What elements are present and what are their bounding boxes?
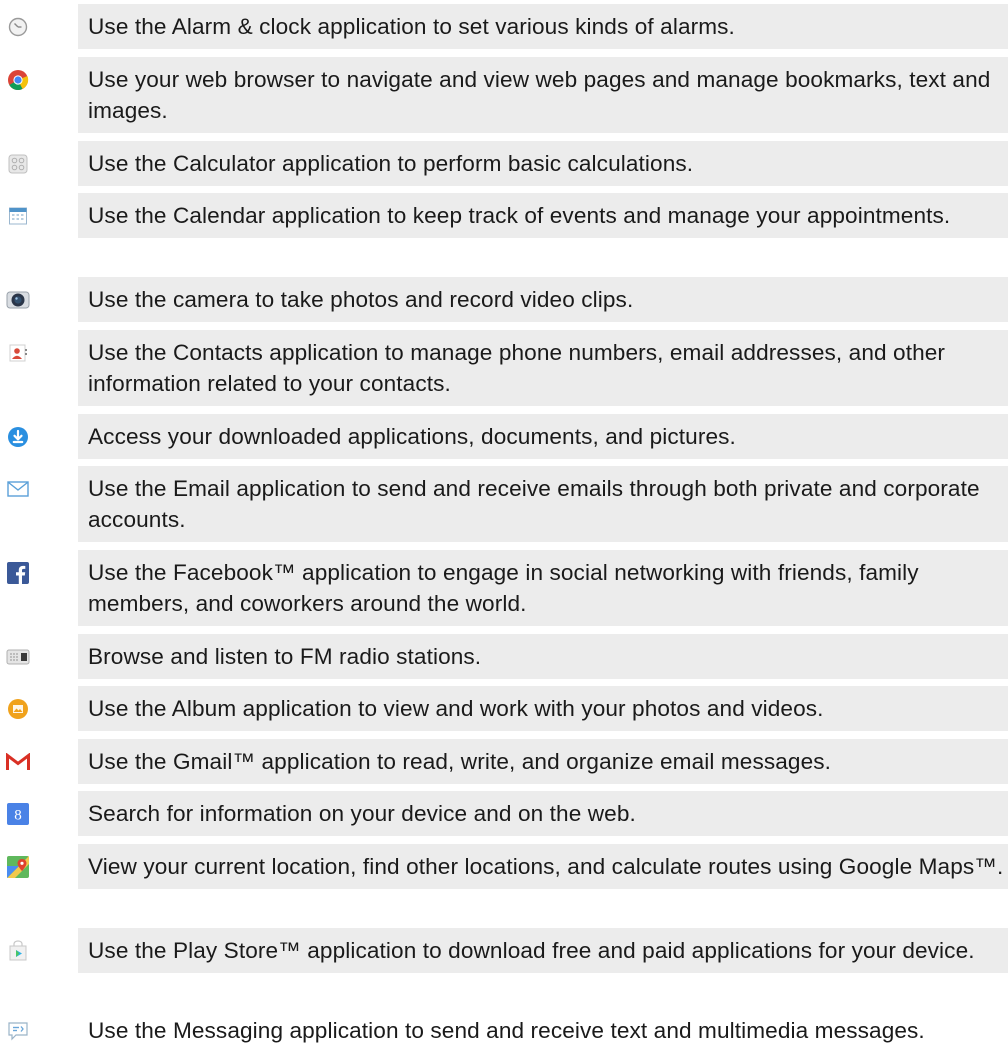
downloads-icon xyxy=(6,425,30,449)
list-item-text: Use the Gmail™ application to read, writ… xyxy=(78,739,1008,784)
list-item: Access your downloaded applications, doc… xyxy=(0,414,1008,459)
play-store-icon xyxy=(6,939,30,963)
list-item: Use the Email application to send and re… xyxy=(0,466,1008,542)
list-item-text: Browse and listen to FM radio stations. xyxy=(78,634,1008,679)
contacts-icon xyxy=(6,341,30,365)
list-item-text: Use the Facebook™ application to engage … xyxy=(78,550,1008,626)
list-item: Use the Album application to view and wo… xyxy=(0,686,1008,731)
list-item-text: Use the Calculator application to perfor… xyxy=(78,141,1008,186)
google-maps-icon xyxy=(6,855,30,879)
list-item-text: Use the Album application to view and wo… xyxy=(78,686,1008,731)
list-item: Use the Contacts application to manage p… xyxy=(0,330,1008,406)
list-item-text: Search for information on your device an… xyxy=(78,791,1008,836)
list-item: 8 Search for information on your device … xyxy=(0,791,1008,836)
camera-icon xyxy=(6,288,30,312)
list-item-text: View your current location, find other l… xyxy=(78,844,1008,889)
list-item-text: Use the Messaging application to send an… xyxy=(88,1018,925,1043)
calculator-icon xyxy=(6,152,30,176)
fm-radio-icon xyxy=(6,645,30,669)
list-item-text: Use the Play Store™ application to downl… xyxy=(78,928,1008,973)
album-icon xyxy=(6,697,30,721)
email-icon xyxy=(6,477,30,501)
svg-text:8: 8 xyxy=(14,808,22,824)
calendar-icon xyxy=(6,204,30,228)
list-item-text: Use the camera to take photos and record… xyxy=(78,277,1008,322)
facebook-icon xyxy=(6,561,30,585)
gmail-icon xyxy=(6,750,30,774)
list-item: Use your web browser to navigate and vie… xyxy=(0,57,1008,133)
list-item-text: Use the Alarm & clock application to set… xyxy=(78,4,1008,49)
list-item: Browse and listen to FM radio stations. xyxy=(0,634,1008,679)
list-item: Use the camera to take photos and record… xyxy=(0,277,1008,322)
google-search-icon: 8 xyxy=(6,802,30,826)
list-item: Use the Calendar application to keep tra… xyxy=(0,193,1008,238)
chrome-browser-icon xyxy=(6,68,30,92)
list-item: Use the Calculator application to perfor… xyxy=(0,141,1008,186)
list-item: Use the Play Store™ application to downl… xyxy=(0,928,1008,973)
messaging-icon xyxy=(6,1019,30,1043)
list-item: Use the Gmail™ application to read, writ… xyxy=(0,739,1008,784)
list-item: View your current location, find other l… xyxy=(0,844,1008,889)
list-item-text: Use your web browser to navigate and vie… xyxy=(78,57,1008,133)
alarm-clock-icon xyxy=(6,15,30,39)
list-item-text: Use the Contacts application to manage p… xyxy=(78,330,1008,406)
list-item-text: Use the Email application to send and re… xyxy=(78,466,1008,542)
list-item-text: Access your downloaded applications, doc… xyxy=(78,414,1008,459)
list-item-text: Use the Calendar application to keep tra… xyxy=(78,193,1008,238)
list-item: Use the Alarm & clock application to set… xyxy=(0,4,1008,49)
list-item: Use the Facebook™ application to engage … xyxy=(0,550,1008,626)
list-item: Use the Messaging application to send an… xyxy=(0,1008,1008,1053)
